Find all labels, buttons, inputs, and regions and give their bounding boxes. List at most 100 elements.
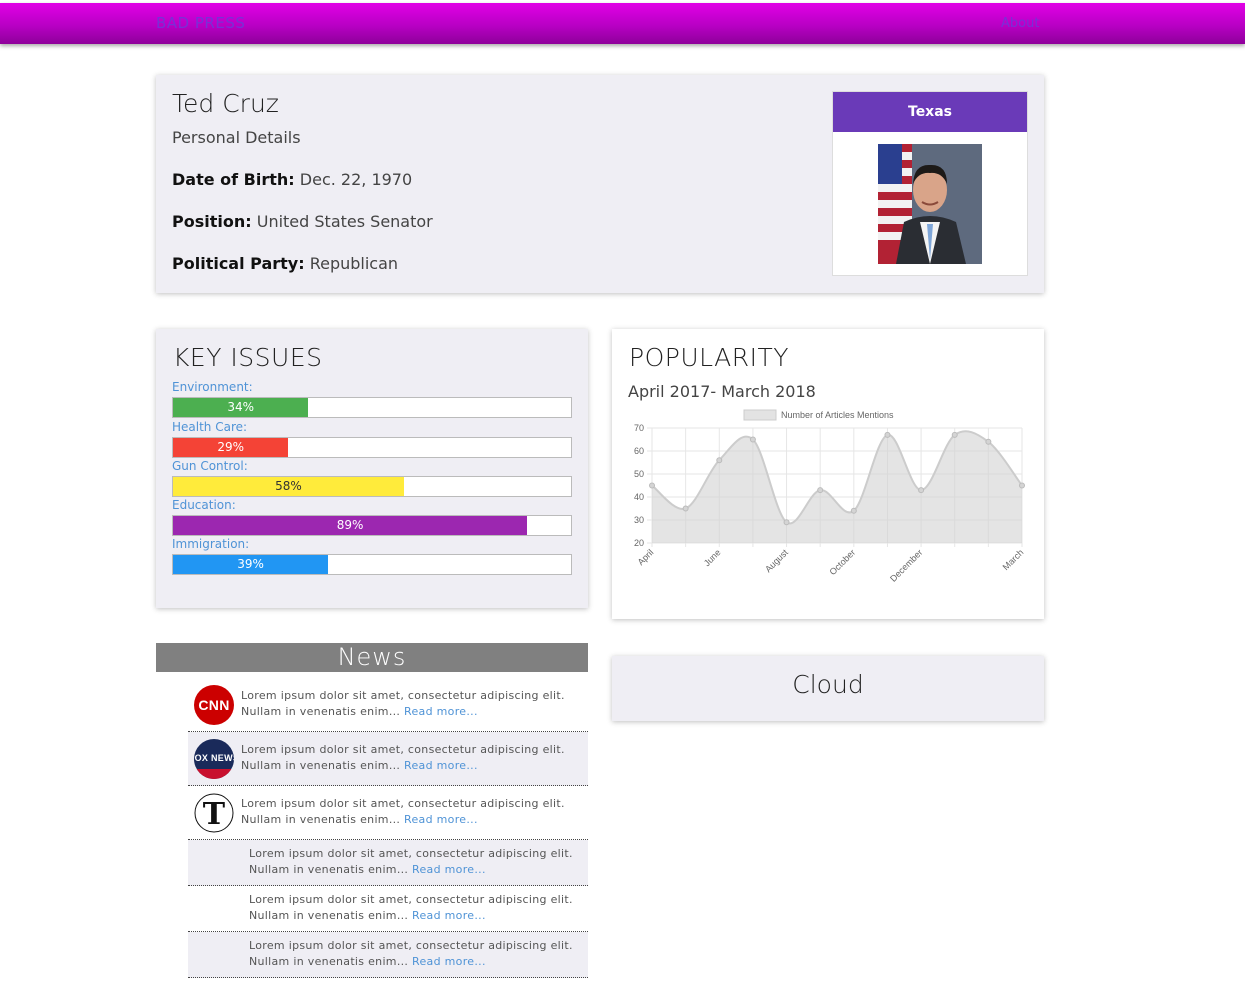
nyt-logo-text: T (203, 797, 226, 832)
brand-link[interactable]: BAD PRESS (156, 14, 245, 32)
read-more-link[interactable]: Read more... (412, 863, 486, 876)
issue-bar-environment: 34% (172, 397, 572, 418)
news-item: Lorem ipsum dolor sit amet, consectetur … (188, 886, 588, 932)
news-text: Lorem ipsum dolor sit amet, consectetur … (249, 847, 573, 876)
profile-card: Ted Cruz Personal Details Date of Birth:… (156, 75, 1044, 293)
portrait-photo (878, 144, 982, 264)
issue-bar-immigration: 39% (172, 554, 572, 575)
news-text: Lorem ipsum dolor sit amet, consectetur … (241, 689, 565, 718)
nyt-logo-icon: T (194, 793, 234, 833)
chart-x-tick-label: October (828, 547, 858, 577)
news-item: Lorem ipsum dolor sit amet, consectetur … (188, 840, 588, 886)
issue-bar-fill: 39% (173, 555, 329, 574)
news-item: Lorem ipsum dolor sit amet, consectetur … (188, 932, 588, 978)
news-item: T Lorem ipsum dolor sit amet, consectetu… (188, 786, 588, 840)
chart-y-tick-label: 70 (634, 423, 644, 433)
cnn-logo-icon: CNN (194, 685, 234, 725)
news-snippet: Lorem ipsum dolor sit amet, consectetur … (241, 688, 581, 720)
cnn-logo-text: CNN (198, 697, 229, 713)
chart-data-point (749, 436, 756, 443)
key-issues-title: KEY ISSUES (173, 343, 323, 372)
chart-y-tick-label: 20 (634, 538, 644, 548)
position-label: Position: (172, 212, 252, 231)
chart-y-tick-label: 50 (634, 469, 644, 479)
chart-data-point (682, 505, 689, 512)
chart-x-tick-label: April (636, 547, 656, 567)
read-more-link[interactable]: Read more... (412, 955, 486, 968)
navbar: BAD PRESS About (0, 3, 1245, 44)
chart-data-point (817, 487, 824, 494)
about-link[interactable]: About (1001, 16, 1039, 31)
news-text: Lorem ipsum dolor sit amet, consectetur … (249, 893, 573, 922)
issue-label-gun-control: Gun Control: (172, 459, 248, 473)
news-text: Lorem ipsum dolor sit amet, consectetur … (241, 797, 565, 826)
issue-bar-fill: 89% (173, 516, 528, 535)
fox-news-logo-icon: FOX NEWS (194, 739, 234, 779)
news-item: CNN Lorem ipsum dolor sit amet, consecte… (188, 678, 588, 732)
cloud-title: Cloud (792, 670, 864, 699)
issue-bar-fill: 34% (173, 398, 309, 417)
party-label: Political Party: (172, 254, 305, 273)
read-more-link[interactable]: Read more... (412, 909, 486, 922)
state-name: Texas (833, 92, 1027, 132)
news-heading: News (156, 643, 588, 672)
chart-data-point (716, 457, 723, 464)
issue-label-health-care: Health Care: (172, 420, 248, 434)
news-item: FOX NEWS Lorem ipsum dolor sit amet, con… (188, 732, 588, 786)
news-snippet: Lorem ipsum dolor sit amet, consectetur … (249, 846, 584, 878)
popularity-date-range: April 2017- March 2018 (628, 382, 816, 401)
position: Position: United States Senator (172, 212, 433, 231)
chart-y-tick-label: 40 (634, 492, 644, 502)
personal-details-heading: Personal Details (172, 128, 301, 147)
dob-value: Dec. 22, 1970 (299, 170, 413, 189)
news-snippet: Lorem ipsum dolor sit amet, consectetur … (249, 938, 584, 970)
chart-data-point (783, 519, 790, 526)
chart-x-tick-label: March (1001, 547, 1026, 572)
party-value: Republican (309, 254, 399, 273)
chart-x-tick-label: August (763, 547, 790, 574)
read-more-link[interactable]: Read more... (404, 759, 478, 772)
issue-bar-gun-control: 58% (172, 476, 572, 497)
read-more-link[interactable]: Read more... (404, 705, 478, 718)
news-snippet: Lorem ipsum dolor sit amet, consectetur … (249, 892, 584, 924)
chart-data-point (884, 431, 891, 438)
chart-area-fill (652, 431, 1022, 543)
chart-legend-label: Number of Articles Mentions (781, 410, 894, 420)
key-issues-card: KEY ISSUES Environment: 34% Health Care:… (156, 329, 588, 608)
issue-bar-health-care: 29% (172, 437, 572, 458)
popularity-chart: 20 30 40 50 60 70 April June August October Decemb… (634, 409, 1026, 584)
chart-data-point (918, 487, 925, 494)
chart-data-point (649, 482, 655, 489)
issue-bar-fill: 29% (173, 438, 289, 457)
issue-label-education: Education: (172, 498, 236, 512)
chart-data-point (850, 507, 857, 514)
fox-logo-text: FOX NEWS (194, 753, 234, 763)
read-more-link[interactable]: Read more... (404, 813, 478, 826)
news-text: Lorem ipsum dolor sit amet, consectetur … (241, 743, 565, 772)
cloud-card: Cloud (612, 656, 1044, 721)
position-value: United States Senator (256, 212, 433, 231)
news-snippet: Lorem ipsum dolor sit amet, consectetur … (241, 742, 581, 774)
portrait-image (878, 144, 982, 264)
chart-y-tick-label: 60 (634, 446, 644, 456)
popularity-card: 20 30 40 50 60 70 April June August October Decemb… (612, 329, 1044, 619)
chart-y-tick-label: 30 (634, 515, 644, 525)
popularity-title: POPULARITY (629, 343, 790, 372)
issue-label-environment: Environment: (172, 380, 253, 394)
politician-name: Ted Cruz (172, 89, 279, 118)
chart-data-point (951, 431, 958, 438)
issue-bar-education: 89% (172, 515, 572, 536)
state-card: Texas (832, 91, 1028, 276)
chart-x-tick-label: December (888, 547, 924, 583)
issue-label-immigration: Immigration: (172, 537, 250, 551)
news-text: Lorem ipsum dolor sit amet, consectetur … (249, 939, 573, 968)
chart-legend-swatch (743, 409, 777, 421)
political-party: Political Party: Republican (172, 254, 398, 273)
date-of-birth: Date of Birth: Dec. 22, 1970 (172, 170, 412, 189)
chart-data-point (1019, 482, 1025, 489)
dob-label: Date of Birth: (172, 170, 295, 189)
issue-bar-fill: 58% (173, 477, 404, 496)
chart-data-point (985, 438, 992, 445)
chart-x-tick-label: June (702, 547, 723, 568)
news-snippet: Lorem ipsum dolor sit amet, consectetur … (241, 796, 581, 828)
